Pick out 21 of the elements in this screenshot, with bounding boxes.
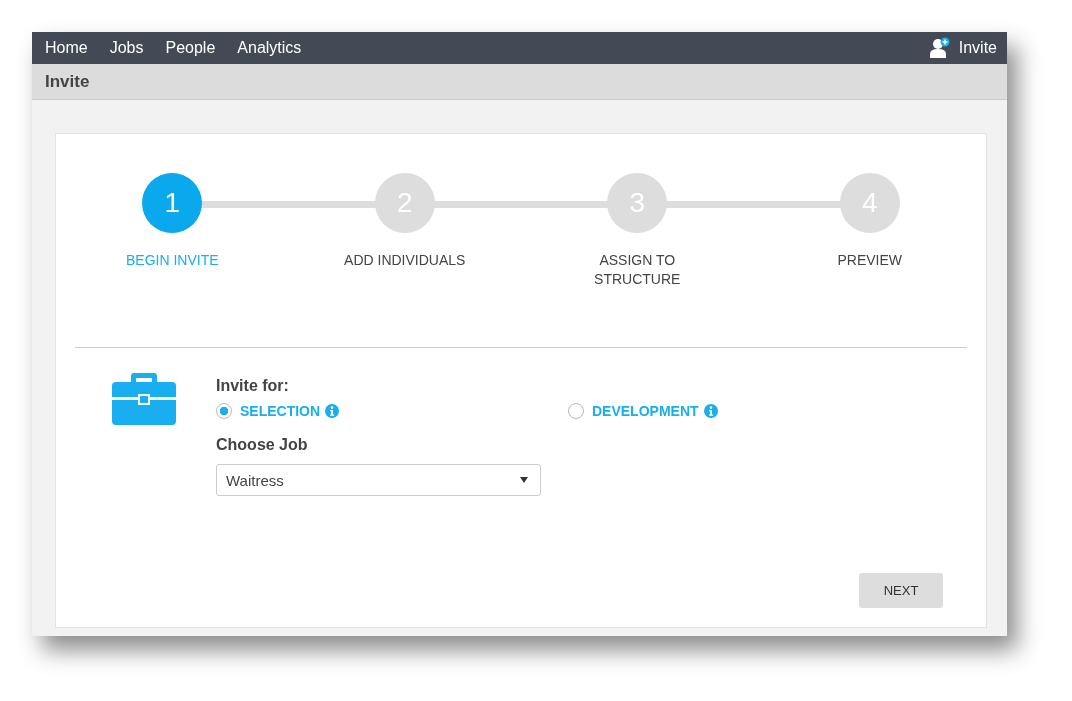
dropdown-caret-icon: [520, 477, 528, 483]
briefcase-icon: [112, 371, 176, 425]
user-add-icon: [928, 37, 951, 59]
step-label: BEGIN INVITE: [124, 251, 220, 270]
radio-button[interactable]: [216, 403, 232, 419]
next-button[interactable]: NEXT: [859, 573, 943, 608]
step-label: PREVIEW: [836, 251, 904, 270]
page-title: Invite: [45, 71, 90, 92]
info-icon[interactable]: [325, 404, 340, 418]
step-label: ASSIGN TO STRUCTURE: [593, 251, 682, 289]
nav-link[interactable]: People: [165, 39, 216, 57]
step-circle: 1: [142, 173, 203, 233]
info-icon[interactable]: [703, 404, 718, 418]
invite-for-label: Invite for:: [216, 377, 290, 395]
choose-job-label: Choose Job: [216, 436, 309, 454]
nav-link[interactable]: Jobs: [109, 39, 144, 57]
nav-link[interactable]: Home: [45, 39, 88, 57]
job-dropdown[interactable]: Waitress: [216, 464, 541, 496]
step-label: ADD INDIVIDUALS: [343, 251, 467, 270]
nav-link[interactable]: Analytics: [237, 39, 302, 57]
invite-link[interactable]: Invite: [928, 37, 997, 59]
